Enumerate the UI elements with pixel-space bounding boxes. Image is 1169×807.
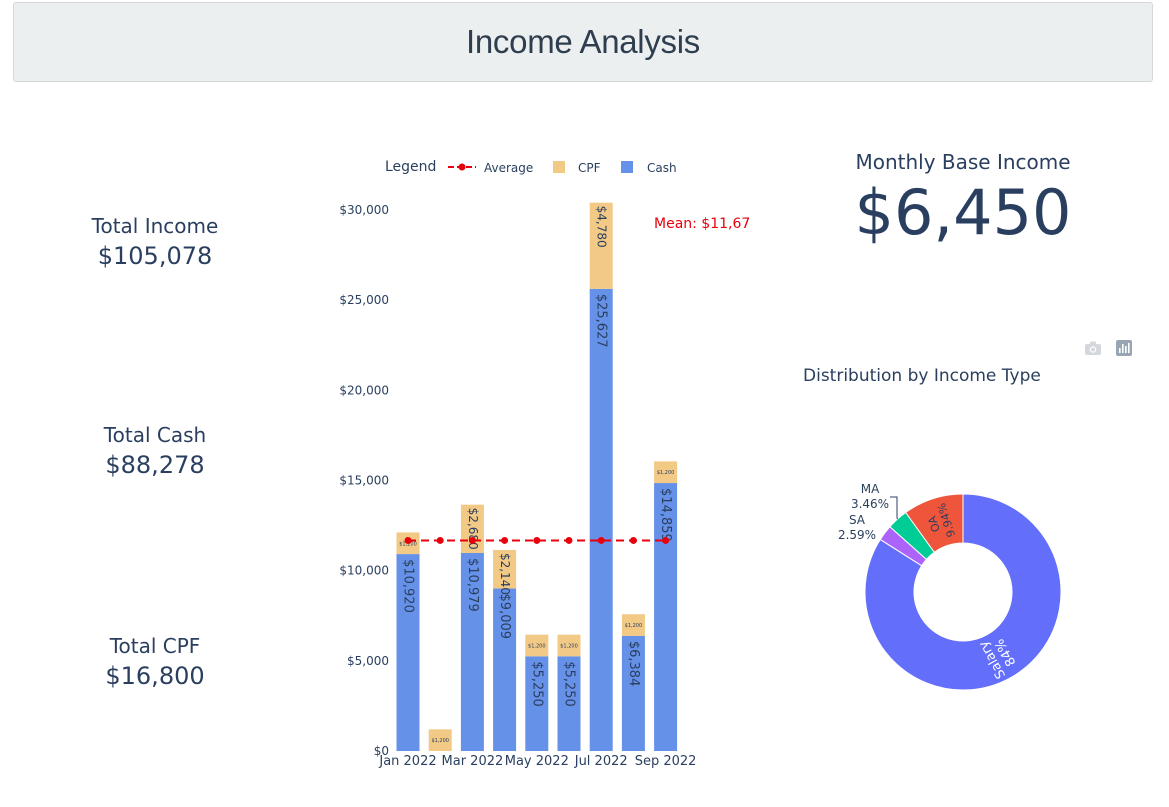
income-type-donut-chart: Salary84%OA9.94%MA3.46%SA2.59% bbox=[838, 482, 1062, 691]
y-axis: $0$5,000$10,000$15,000$20,000$25,000$30,… bbox=[339, 203, 389, 758]
bars: $10,920$1,200$1,200$10,979$2,680$9,009$2… bbox=[396, 202, 678, 751]
total-cpf-stat: Total CPF $16,800 bbox=[55, 634, 255, 691]
average-point bbox=[533, 536, 541, 544]
average-point bbox=[629, 536, 637, 544]
camera-icon[interactable] bbox=[1084, 340, 1102, 360]
page-title: Income Analysis bbox=[466, 23, 700, 60]
cash-bar-label: $25,627 bbox=[594, 294, 609, 348]
ma-label-name: MA bbox=[861, 482, 880, 496]
y-tick-label: $25,000 bbox=[339, 293, 389, 307]
total-cash-stat: Total Cash $88,278 bbox=[55, 423, 255, 480]
x-tick-label: Jul 2022 bbox=[574, 754, 628, 769]
x-tick-label: Mar 2022 bbox=[442, 754, 504, 769]
cash-bar bbox=[589, 288, 613, 751]
average-point bbox=[501, 536, 509, 544]
chart-legend: Legend Average CPF Cash bbox=[385, 159, 677, 175]
chart-modebar bbox=[1084, 340, 1132, 360]
cash-bar-label: $5,250 bbox=[562, 661, 577, 707]
average-point bbox=[662, 536, 670, 544]
monthly-base-income-label: Monthly Base Income bbox=[855, 150, 1071, 174]
income-bar-chart: Legend Average CPF Cash $0$5,000$10,000$… bbox=[339, 159, 750, 769]
total-income-value: $105,078 bbox=[97, 242, 213, 270]
ma-leader-line bbox=[890, 496, 898, 520]
cpf-bar-label: $1,200 bbox=[625, 623, 643, 629]
cash-bar-label: $10,920 bbox=[401, 559, 416, 613]
total-cpf-value: $16,800 bbox=[105, 662, 205, 690]
monthly-base-income-value: $6,450 bbox=[854, 176, 1072, 249]
cpf-bar-label: $4,780 bbox=[595, 206, 609, 248]
plotly-logo-icon[interactable] bbox=[1116, 340, 1132, 360]
cash-bar-label: $10,979 bbox=[465, 558, 480, 612]
y-tick-label: $15,000 bbox=[339, 474, 389, 488]
y-tick-label: $10,000 bbox=[339, 564, 389, 578]
cpf-bar-label: $1,200 bbox=[431, 738, 449, 744]
average-line bbox=[404, 536, 670, 544]
pie-chart-title: Distribution by Income Type bbox=[803, 366, 1041, 386]
average-point bbox=[436, 536, 444, 544]
cash-bar-label: $5,250 bbox=[529, 661, 544, 707]
x-axis: Jan 2022 Mar 2022 May 2022 Jul 2022 Sep 2022 bbox=[378, 754, 696, 769]
total-cash-value: $88,278 bbox=[105, 451, 205, 479]
legend-cpf-swatch bbox=[553, 161, 565, 173]
cpf-bar-label: $2,140 bbox=[498, 553, 512, 595]
average-point bbox=[468, 536, 476, 544]
legend-average-marker bbox=[458, 163, 466, 171]
sa-label-name: SA bbox=[849, 513, 866, 527]
average-point bbox=[565, 536, 573, 544]
legend-cash-swatch bbox=[621, 161, 633, 173]
cash-bar-label: $14,859 bbox=[658, 488, 673, 542]
legend-cpf-label: CPF bbox=[578, 161, 601, 175]
x-tick-label: Sep 2022 bbox=[635, 754, 697, 769]
donut-slices bbox=[864, 493, 1062, 691]
legend-title: Legend bbox=[385, 159, 436, 175]
y-tick-label: $5,000 bbox=[347, 654, 389, 668]
legend-cash-label: Cash bbox=[647, 161, 677, 175]
page-header: Income Analysis bbox=[13, 2, 1153, 82]
average-point bbox=[597, 536, 605, 544]
mean-annotation: Mean: $11,67 bbox=[654, 216, 750, 232]
average-point bbox=[404, 536, 412, 544]
total-cash-label: Total Cash bbox=[103, 423, 207, 447]
total-income-label: Total Income bbox=[91, 214, 219, 238]
x-tick-label: Jan 2022 bbox=[378, 754, 436, 769]
y-tick-label: $30,000 bbox=[339, 203, 389, 217]
legend-average-label: Average bbox=[484, 161, 533, 175]
sa-label-percent: 2.59% bbox=[838, 528, 876, 542]
y-tick-label: $20,000 bbox=[339, 383, 389, 397]
total-income-stat: Total Income $105,078 bbox=[55, 214, 255, 271]
ma-label-percent: 3.46% bbox=[851, 497, 889, 511]
total-cpf-label: Total CPF bbox=[109, 634, 201, 658]
monthly-base-income: Monthly Base Income $6,450 bbox=[823, 150, 1103, 252]
cpf-bar-label: $1,200 bbox=[560, 644, 578, 650]
x-tick-label: May 2022 bbox=[505, 754, 569, 769]
cpf-bar-label: $1,200 bbox=[657, 470, 675, 476]
cpf-bar-label: $1,200 bbox=[528, 644, 546, 650]
cash-bar-label: $6,384 bbox=[626, 641, 641, 687]
cash-bar-label: $9,009 bbox=[497, 594, 512, 640]
